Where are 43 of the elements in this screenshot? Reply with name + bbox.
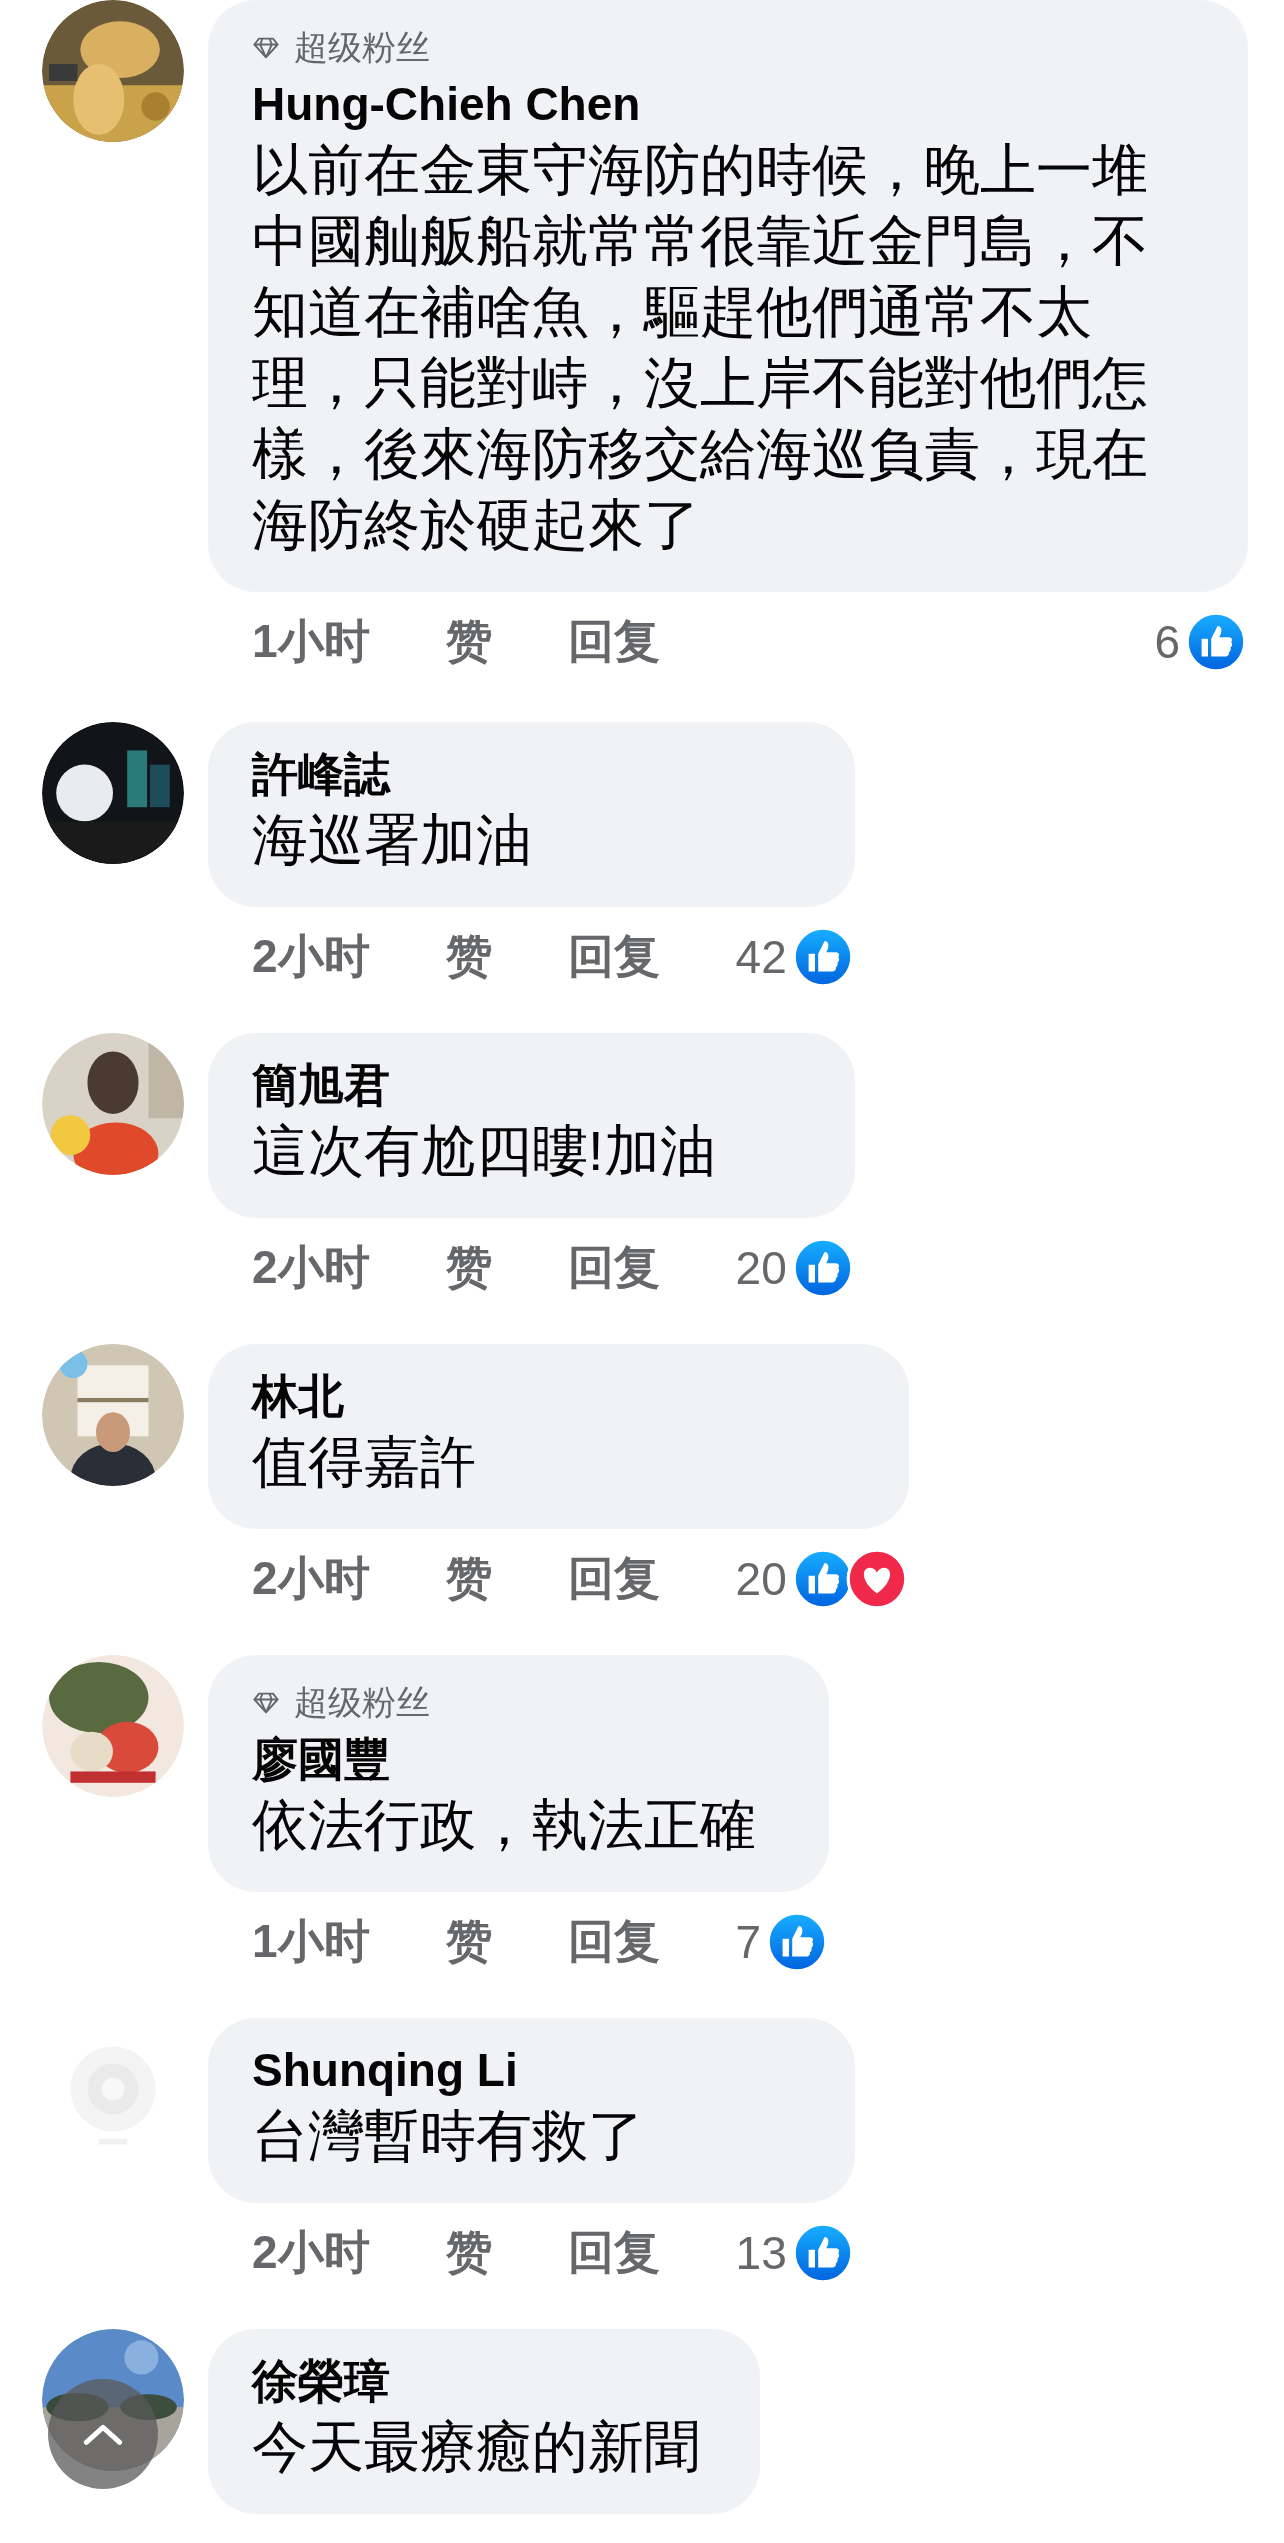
comment-text: 依法行政，執法正確 — [252, 1792, 757, 1858]
like-link[interactable]: 赞 — [445, 926, 492, 988]
like-link[interactable]: 赞 — [445, 2222, 492, 2284]
diamond-icon — [252, 1691, 280, 1715]
diamond-icon — [252, 36, 280, 60]
reaction-count[interactable]: 42 — [735, 930, 787, 984]
like-link[interactable]: 赞 — [445, 1911, 492, 1973]
reply-link[interactable]: 回复 — [567, 1548, 660, 1610]
reply-link[interactable]: 回复 — [567, 2222, 660, 2284]
like-link[interactable]: 赞 — [445, 1548, 492, 1610]
reaction-count[interactable]: 7 — [735, 1915, 762, 1969]
reply-link[interactable]: 回复 — [567, 1911, 660, 1973]
commenter-name[interactable]: 簡旭君 — [252, 1055, 390, 1115]
fan-badge-label: 超级粉丝 — [294, 27, 430, 68]
comment-text: 以前在金東守海防的時候，晚上一堆中國舢舨船就常常很靠近金門島，不知道在補啥魚，驅趕他們通常不太理，只能對峙，沒上岸不能對他們怎樣，後來海防移交給海巡負責，現在海防終於硬起來了 — [252, 137, 1149, 558]
comment-time: 1小时 — [252, 1914, 370, 1969]
commenter-name[interactable]: 許峰誌 — [252, 744, 390, 804]
commenter-name[interactable]: Hung-Chieh Chen — [252, 74, 641, 134]
comment-text: 今天最療癒的新聞 — [252, 2414, 700, 2480]
comment-text: 台灣暫時有救了 — [252, 2103, 645, 2169]
reaction-count[interactable]: 13 — [735, 2226, 787, 2280]
comment-time: 2小时 — [252, 1240, 370, 1295]
comment-time: 1小时 — [252, 614, 370, 669]
like-link[interactable]: 赞 — [445, 611, 492, 673]
fan-badge-label: 超级粉丝 — [294, 1682, 430, 1723]
reaction-count[interactable]: 20 — [735, 1241, 787, 1295]
reaction-count[interactable]: 20 — [735, 1552, 787, 1606]
comment-time: 2小时 — [252, 2225, 370, 2280]
comment-text: 海巡署加油 — [252, 807, 533, 873]
commenter-name[interactable]: Shunqing Li — [252, 2040, 518, 2100]
reply-link[interactable]: 回复 — [567, 926, 660, 988]
caret-icon — [83, 2422, 123, 2446]
comment-text: 這次有尬四瞜!加油 — [252, 1118, 717, 1184]
like-link[interactable]: 赞 — [445, 1237, 492, 1299]
commenter-name[interactable]: 廖國豐 — [252, 1729, 390, 1789]
reply-link[interactable]: 回复 — [567, 1237, 660, 1299]
commenter-name[interactable]: 林北 — [252, 1366, 344, 1426]
reply-link[interactable]: 回复 — [567, 611, 660, 673]
comment-time: 2小时 — [252, 929, 370, 984]
comment-time: 2小时 — [252, 1551, 370, 1606]
commenter-name[interactable]: 徐榮璋 — [252, 2351, 390, 2411]
comment-text: 值得嘉許 — [252, 1429, 477, 1495]
reaction-count[interactable]: 6 — [1154, 615, 1180, 669]
